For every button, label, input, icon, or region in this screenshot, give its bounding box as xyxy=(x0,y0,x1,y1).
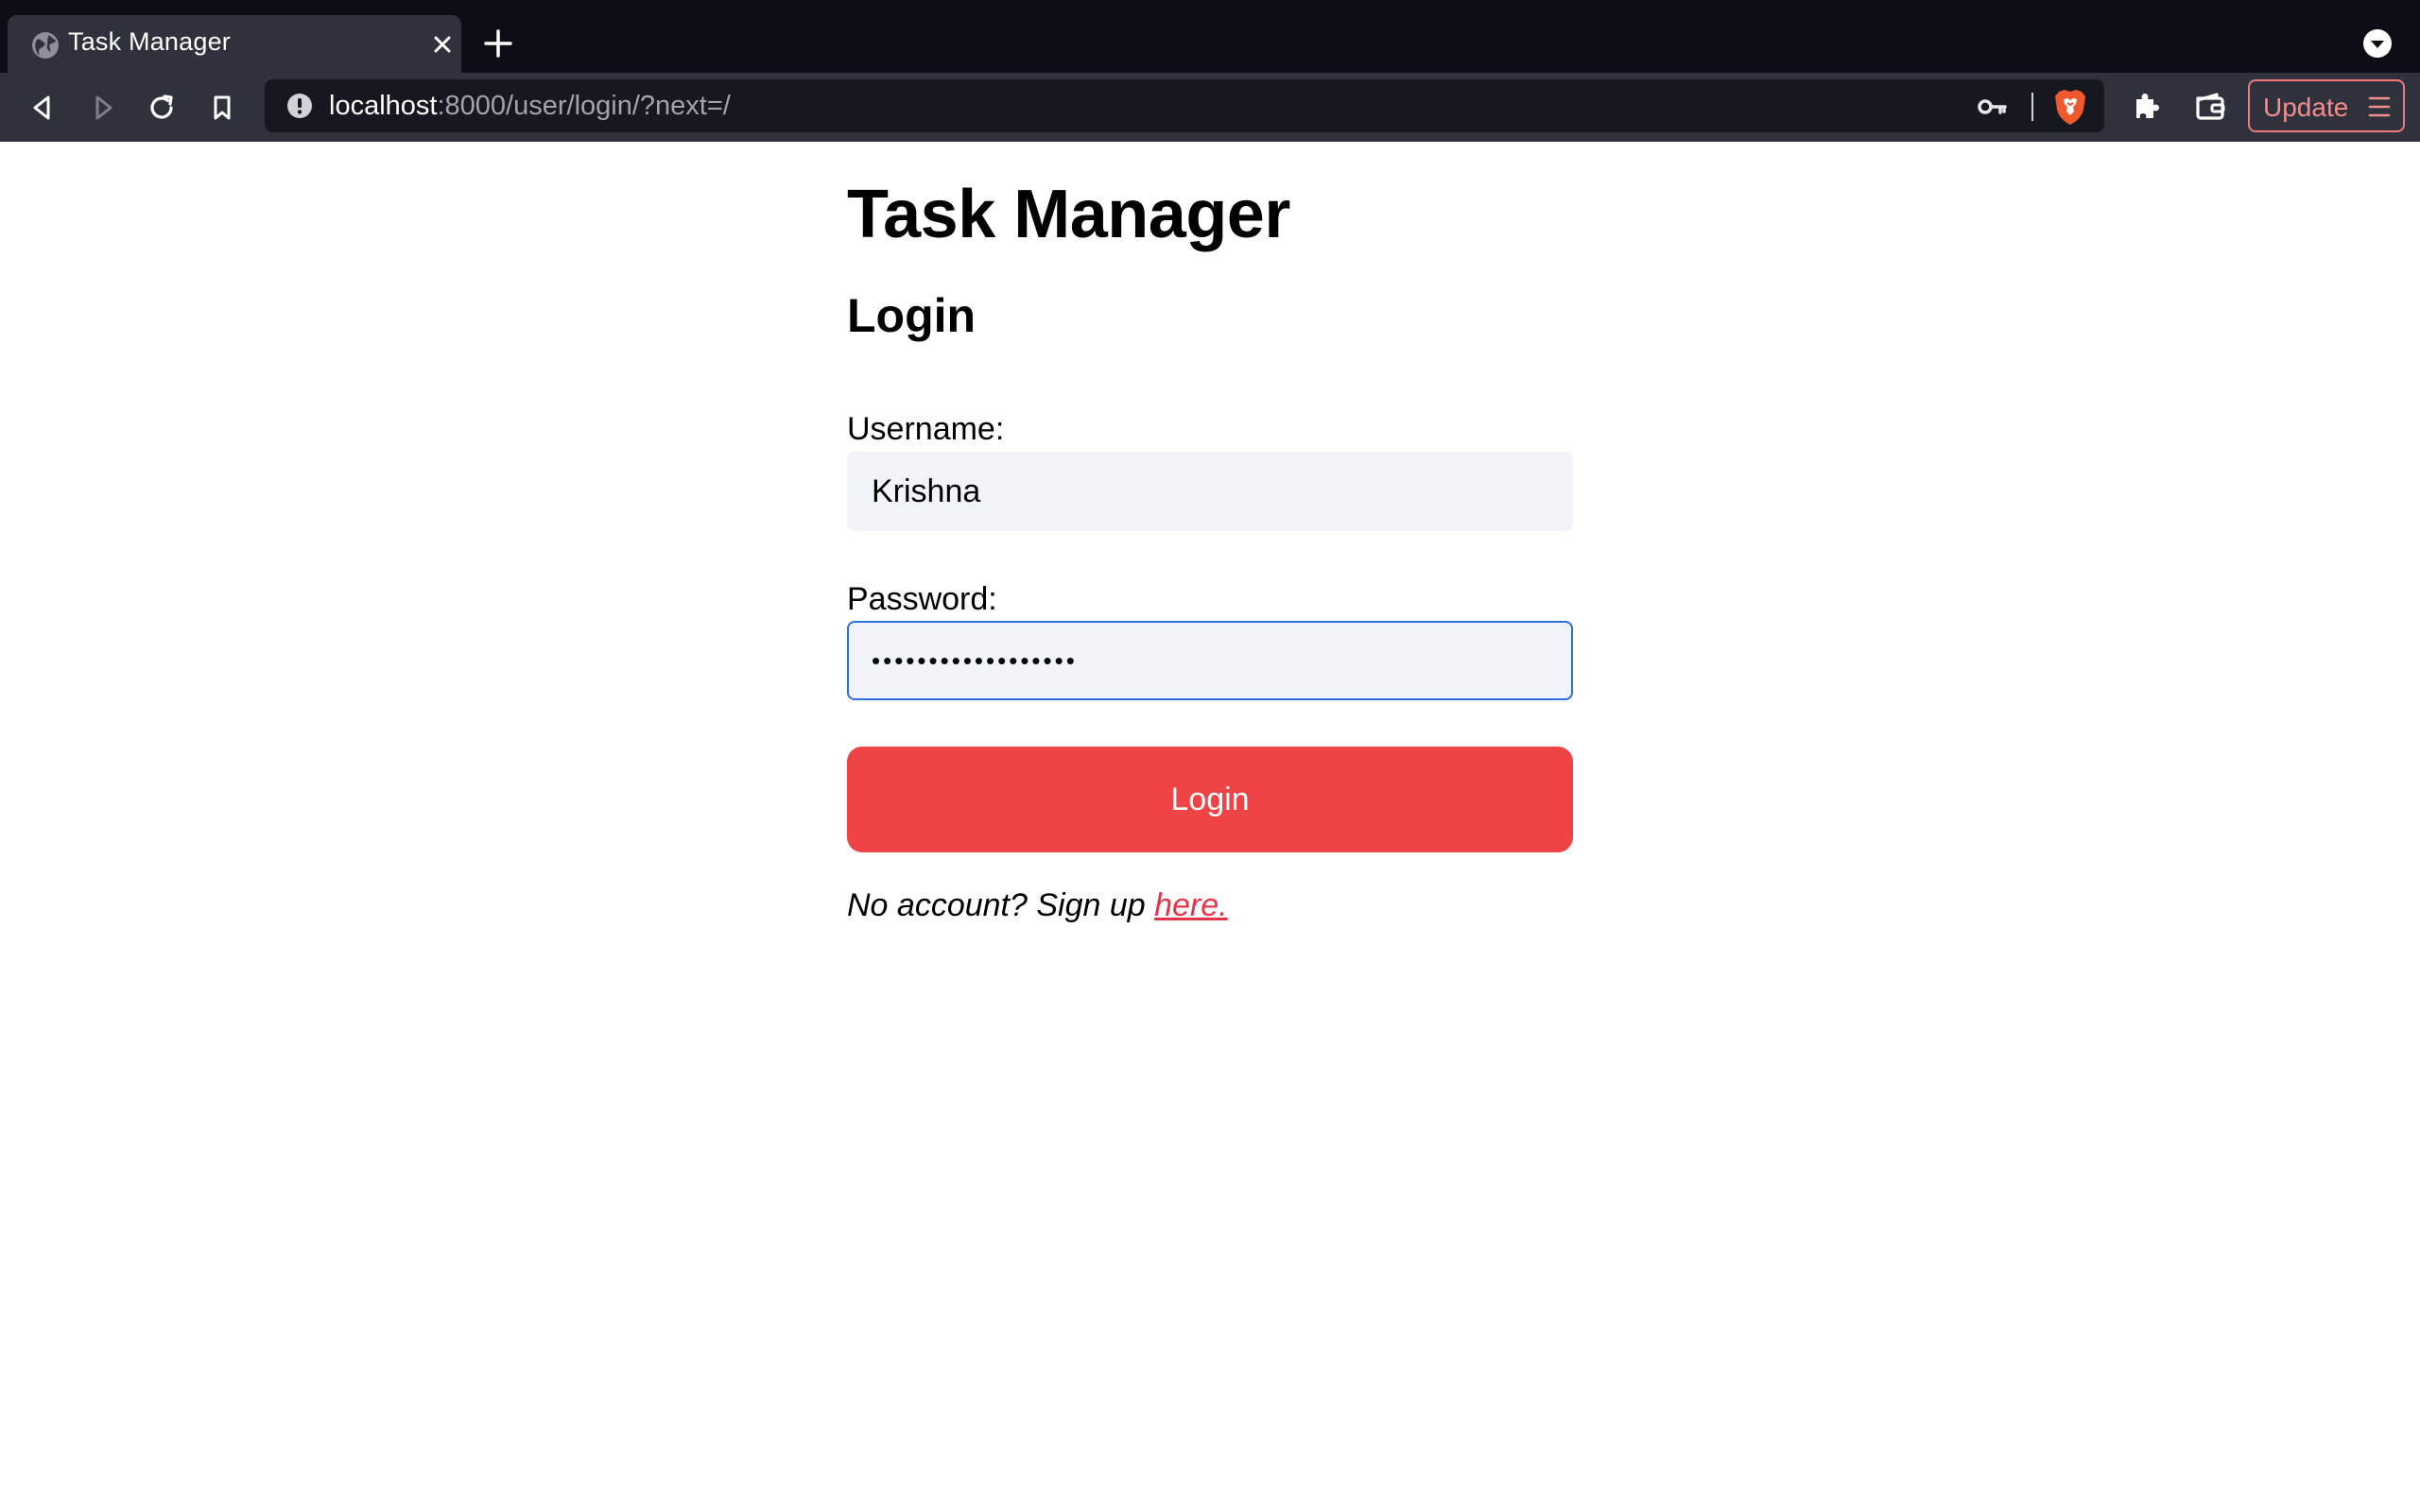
browser-tabstrip: Task Manager xyxy=(0,0,2420,73)
login-button[interactable]: Login xyxy=(847,747,1573,852)
password-label: Password: xyxy=(847,581,997,617)
signup-link[interactable]: here. xyxy=(1154,887,1228,923)
username-label: Username: xyxy=(847,411,1005,447)
signup-prompt-text: No account? Sign up xyxy=(847,887,1155,923)
wallet-icon[interactable] xyxy=(2191,88,2229,126)
globe-icon xyxy=(28,28,62,62)
chevron-down-circle-icon[interactable] xyxy=(2360,26,2395,61)
reload-icon[interactable] xyxy=(142,88,182,128)
update-label: Update xyxy=(2263,93,2349,122)
url-text[interactable]: localhost:8000/user/login/?next=/ xyxy=(329,91,731,122)
page-title: Login xyxy=(847,289,977,342)
puzzle-icon[interactable] xyxy=(2127,88,2165,126)
info-icon[interactable] xyxy=(285,92,314,120)
url-path: :8000/user/login/?next=/ xyxy=(437,91,731,121)
url-host: localhost xyxy=(329,91,438,121)
divider xyxy=(2031,93,2033,121)
update-button[interactable]: Update xyxy=(2248,79,2405,132)
password-input[interactable] xyxy=(847,621,1573,700)
close-icon[interactable] xyxy=(428,30,457,59)
username-input[interactable] xyxy=(847,452,1573,531)
tab-title: Task Manager xyxy=(68,27,231,56)
plus-icon[interactable] xyxy=(480,26,516,61)
page-content: Task Manager Login Username: Password: L… xyxy=(0,142,2420,1512)
hamburger-menu-icon xyxy=(2367,94,2392,119)
browser-toolbar: localhost:8000/user/login/?next=/ Update xyxy=(0,73,2420,142)
bookmark-icon[interactable] xyxy=(202,88,242,128)
app-title: Task Manager xyxy=(847,177,1290,252)
back-icon[interactable] xyxy=(23,88,62,128)
forward-icon[interactable] xyxy=(83,88,123,128)
address-bar[interactable]: localhost:8000/user/login/?next=/ xyxy=(265,79,2104,132)
signup-prompt: No account? Sign up here. xyxy=(847,887,1228,924)
brave-shield-icon[interactable] xyxy=(2051,87,2089,127)
key-icon[interactable] xyxy=(1976,91,2008,123)
browser-tab-active[interactable]: Task Manager xyxy=(8,15,461,73)
